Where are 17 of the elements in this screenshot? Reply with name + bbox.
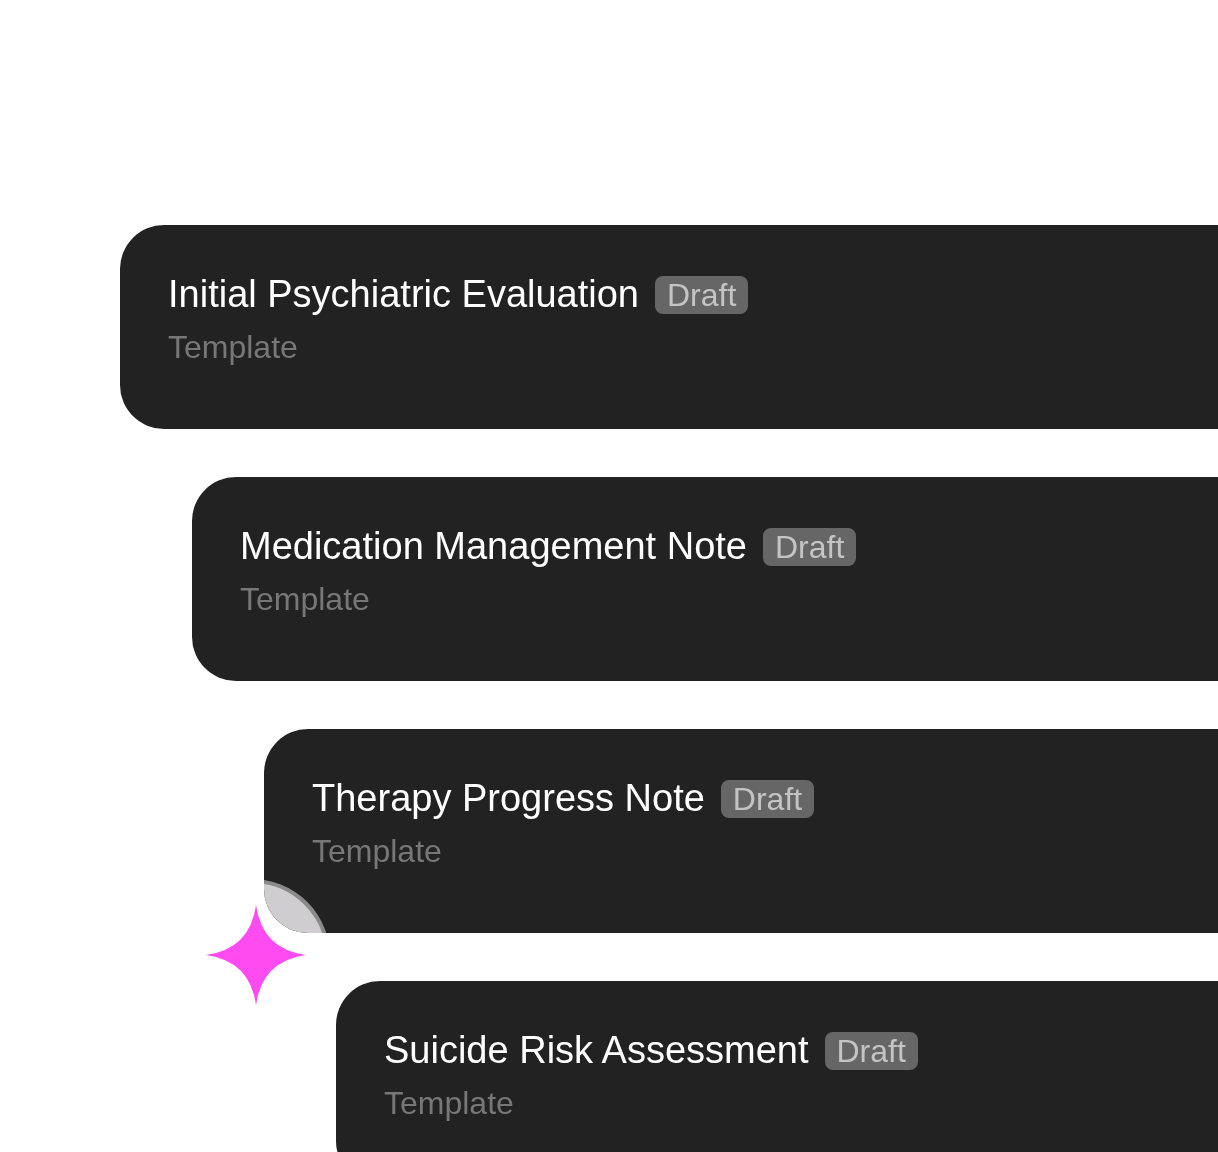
template-card[interactable]: Medication Management Note Draft Template <box>192 477 1218 681</box>
card-title: Suicide Risk Assessment <box>384 1028 809 1073</box>
status-tag: Draft <box>762 527 857 566</box>
status-tag: Draft <box>824 1031 918 1070</box>
status-tag: Draft <box>720 779 815 818</box>
card-subtitle: Template <box>240 579 371 619</box>
template-card[interactable]: Initial Psychiatric Evaluation Draft Template <box>120 225 1218 429</box>
card-subtitle: Template <box>168 327 299 367</box>
card-subtitle: Template <box>384 1083 515 1123</box>
sparkle-icon <box>206 905 306 1005</box>
template-card[interactable]: Suicide Risk Assessment Draft Template <box>336 981 1218 1152</box>
card-subtitle: Template <box>312 831 443 871</box>
card-title: Medication Management Note <box>240 524 747 569</box>
card-title: Therapy Progress Note <box>312 776 705 821</box>
card-title: Initial Psychiatric Evaluation <box>168 272 639 317</box>
template-card[interactable]: Therapy Progress Note Draft Template <box>264 729 1218 933</box>
status-tag: Draft <box>655 275 749 314</box>
